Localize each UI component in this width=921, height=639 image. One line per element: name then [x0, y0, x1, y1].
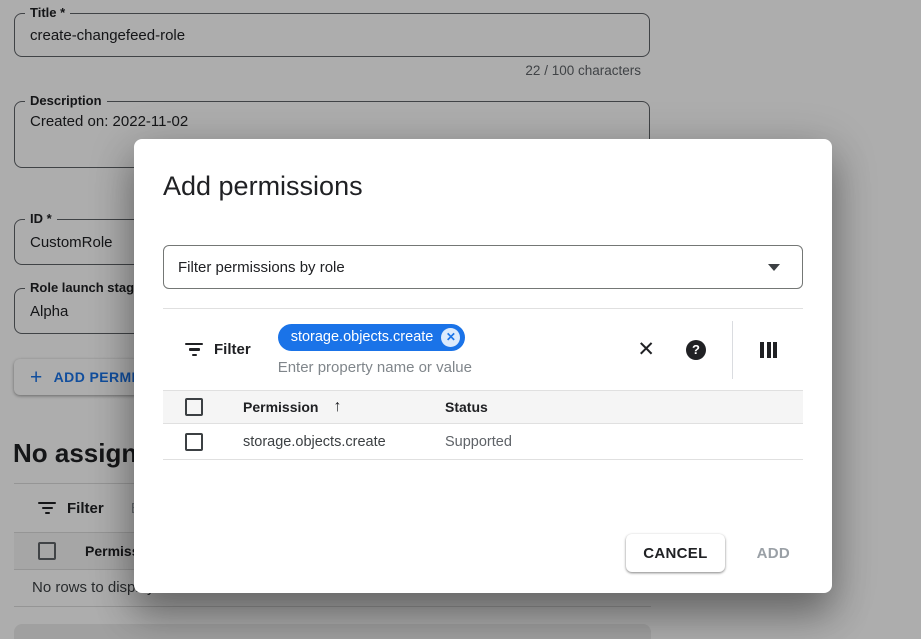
- row-status: Supported: [445, 434, 803, 450]
- role-select-placeholder: Filter permissions by role: [178, 259, 345, 276]
- dropdown-arrow-icon: [768, 264, 780, 271]
- columns-icon[interactable]: [760, 342, 777, 358]
- row-checkbox[interactable]: [185, 433, 203, 451]
- chip-remove-icon[interactable]: ✕: [441, 328, 460, 347]
- add-button[interactable]: ADD: [751, 544, 796, 563]
- sort-ascending-icon[interactable]: ↑: [333, 399, 341, 415]
- row-permission: storage.objects.create: [243, 434, 445, 450]
- toolbar-actions: ✕ ?: [637, 321, 803, 379]
- add-permissions-dialog: Add permissions Filter permissions by ro…: [134, 139, 832, 593]
- filter-input-placeholder: Enter property name or value: [278, 359, 638, 376]
- help-icon[interactable]: ?: [686, 340, 706, 360]
- table-row[interactable]: storage.objects.create Supported: [163, 424, 803, 460]
- screen: Title * create-changefeed-role 22 / 100 …: [0, 0, 921, 639]
- vertical-divider: [732, 321, 733, 379]
- permissions-table-header: Permission ↑ Status: [163, 390, 803, 424]
- filter-icon: [185, 343, 203, 356]
- select-all-checkbox[interactable]: [185, 398, 203, 416]
- filter-label: Filter: [214, 341, 251, 358]
- status-column-header[interactable]: Status: [445, 399, 803, 415]
- dialog-title: Add permissions: [163, 171, 363, 202]
- filter-toggle[interactable]: Filter: [163, 341, 251, 358]
- permission-column-header[interactable]: Permission: [243, 399, 318, 415]
- cancel-button[interactable]: CANCEL: [626, 534, 724, 572]
- dialog-actions: CANCEL ADD: [626, 534, 796, 572]
- filter-input-area[interactable]: storage.objects.create ✕ Enter property …: [278, 324, 638, 376]
- filter-chip[interactable]: storage.objects.create ✕: [278, 324, 466, 351]
- filter-chip-label: storage.objects.create: [291, 329, 434, 345]
- permissions-table: Permission ↑ Status storage.objects.crea…: [163, 390, 803, 460]
- clear-filters-icon[interactable]: ✕: [637, 339, 655, 360]
- dialog-filter-toolbar: Filter storage.objects.create ✕ Enter pr…: [163, 308, 803, 390]
- filter-permissions-by-role-select[interactable]: Filter permissions by role: [163, 245, 803, 289]
